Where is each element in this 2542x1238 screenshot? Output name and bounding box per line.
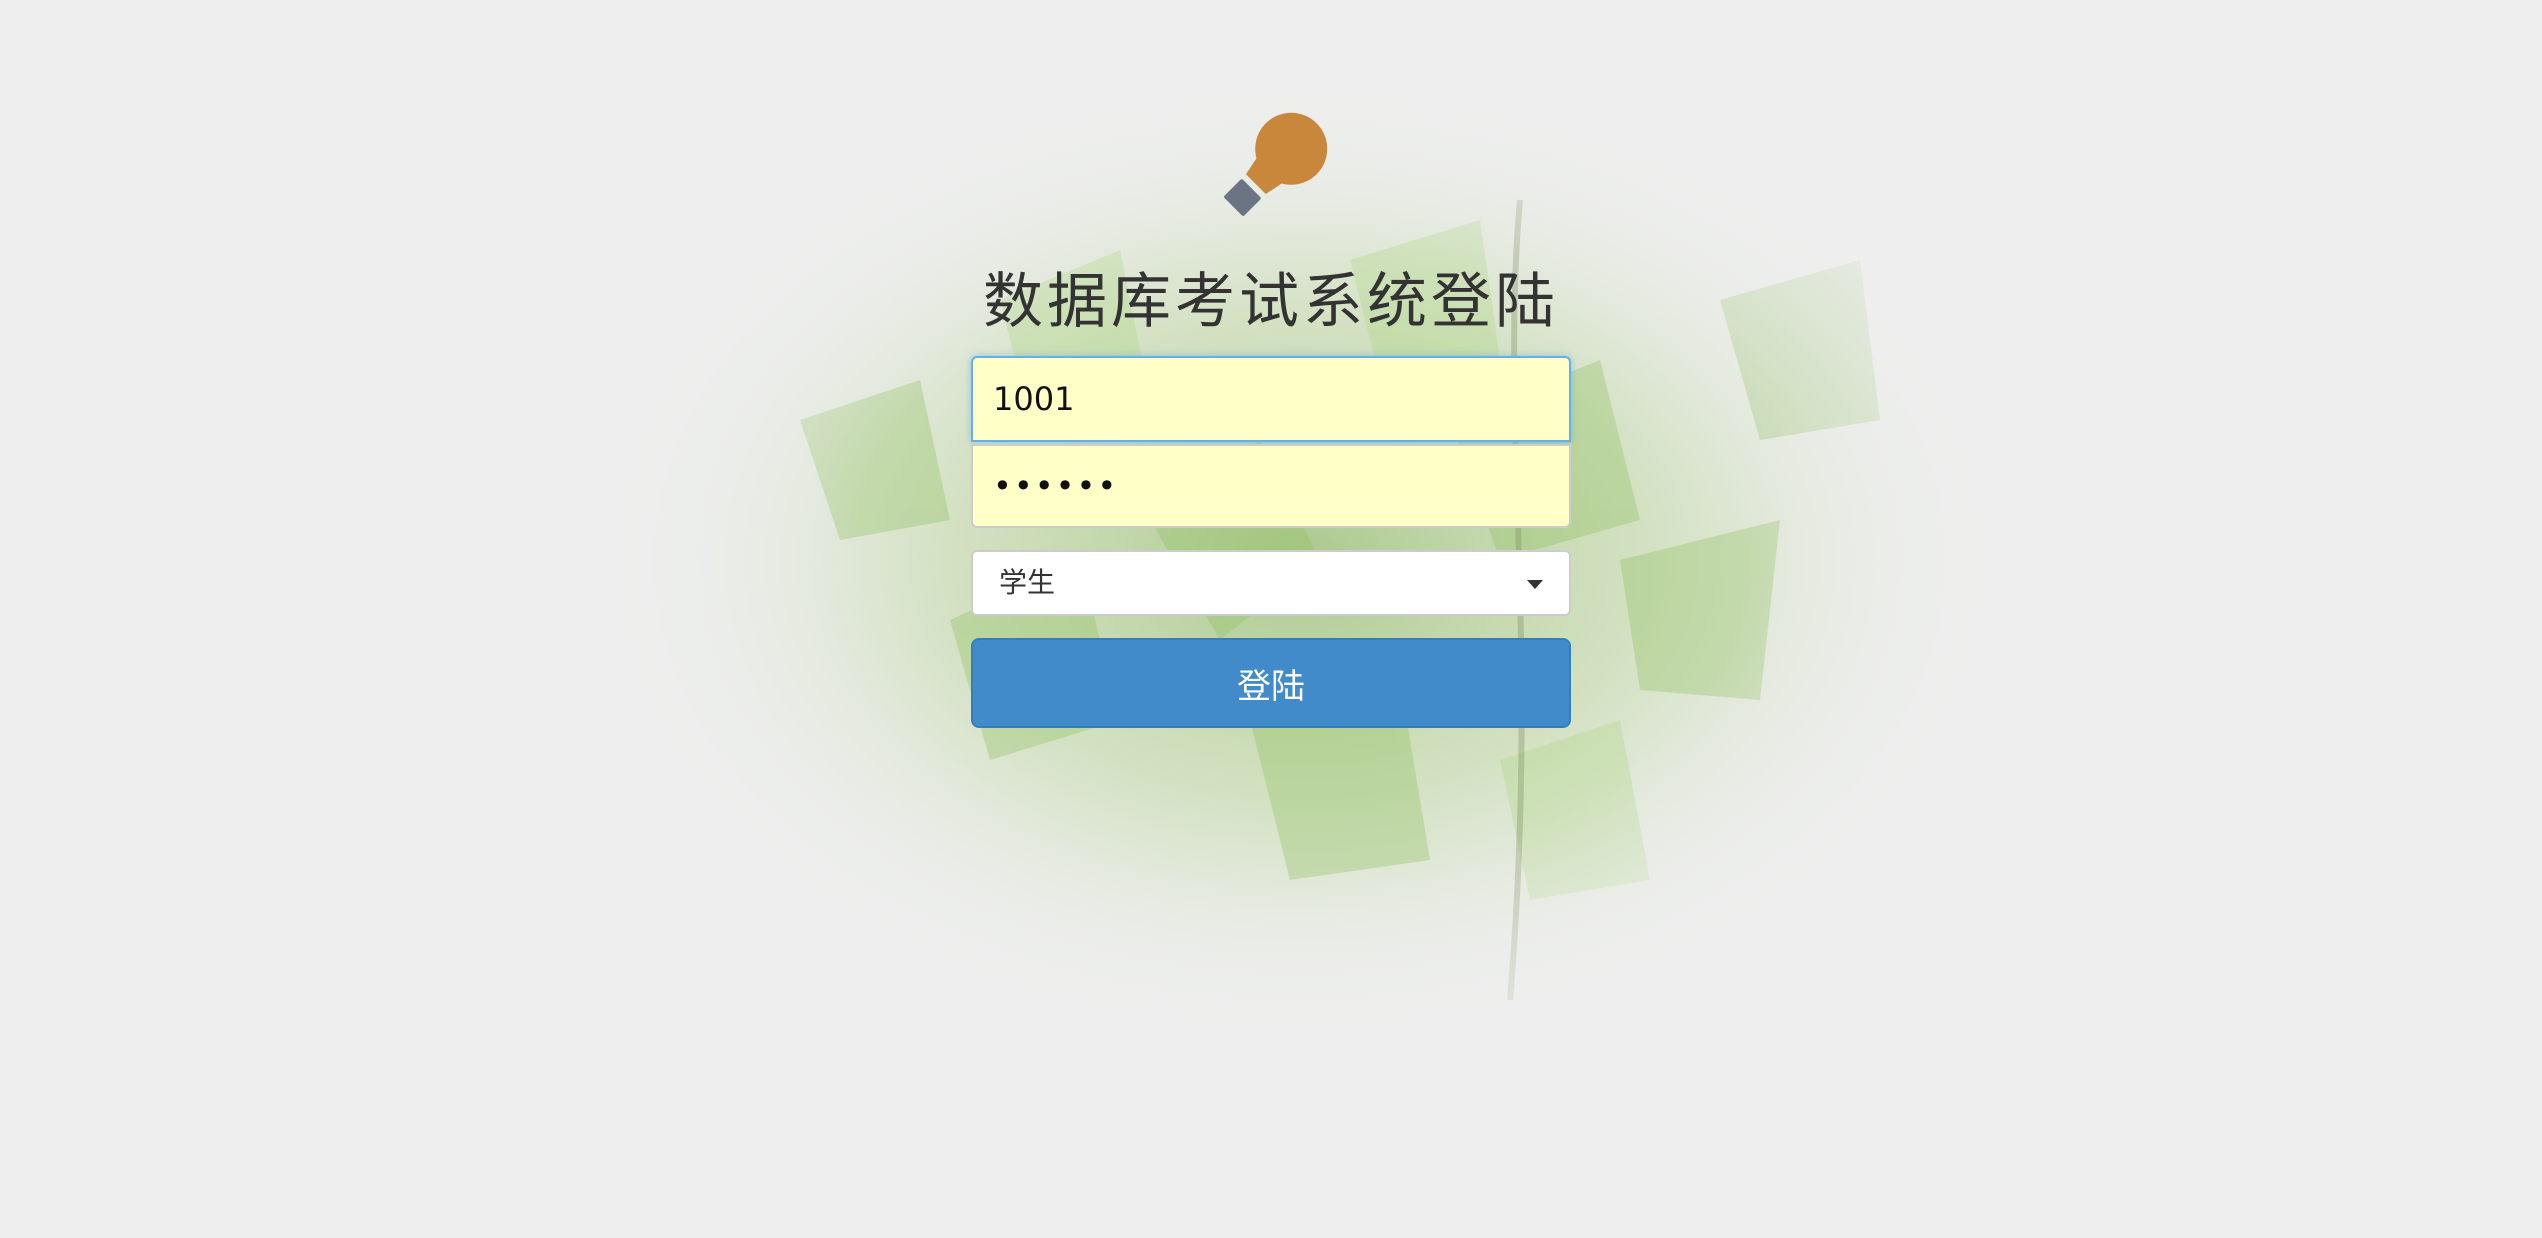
username-input[interactable]	[971, 356, 1571, 442]
page-title: 数据库考试系统登陆	[983, 267, 1559, 337]
caret-down-icon	[1527, 580, 1543, 589]
role-select[interactable]: 学生	[971, 550, 1571, 616]
login-button[interactable]: 登陆	[971, 638, 1571, 728]
lightbulb-icon	[1224, 112, 1328, 216]
role-select-value: 学生	[999, 566, 1056, 599]
login-panel: 数据库考试系统登陆 学生 登陆	[0, 0, 2542, 1238]
password-input[interactable]	[971, 444, 1571, 528]
